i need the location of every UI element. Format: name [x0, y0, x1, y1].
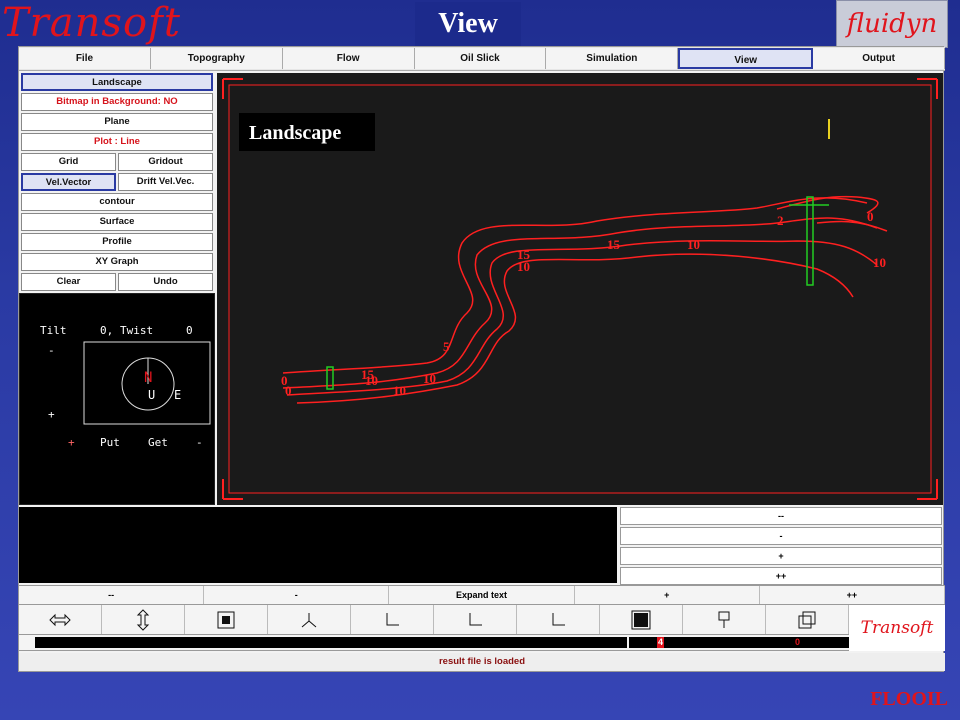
up-label: U: [148, 388, 155, 402]
minus-button[interactable]: -: [196, 436, 203, 449]
text-size-increase-button[interactable]: +: [620, 547, 942, 565]
text-grow-more-button[interactable]: ++: [760, 586, 946, 604]
text-shrink-button[interactable]: -: [204, 586, 390, 604]
text-controls-bar: -- - Expand text + ++: [19, 585, 946, 605]
contour-label: 10: [393, 383, 406, 398]
view-toolbar: [19, 605, 849, 635]
progress-track: [35, 637, 627, 648]
view-options-panel: Landscape Bitmap in Background: NO Plane…: [19, 71, 215, 291]
transoft-small-logo: Transoft: [849, 605, 945, 651]
contour-label: 15: [607, 237, 621, 252]
status-bar: result file is loaded: [19, 653, 945, 671]
product-name: FLOOIL: [870, 688, 948, 710]
expand-text-button[interactable]: Expand text: [389, 586, 575, 604]
section-markers: [326, 196, 829, 390]
paint-bucket-icon[interactable]: [683, 605, 766, 634]
drift-vel-vec-button[interactable]: Drift Vel.Vec.: [118, 173, 213, 191]
progress-number: 0: [795, 637, 801, 647]
plot-type-toggle[interactable]: Plot : Line: [21, 133, 213, 151]
menu-bar: File Topography Flow Oil Slick Simulatio…: [19, 47, 946, 71]
north-label: N: [144, 370, 152, 386]
contour-label: 0: [285, 383, 292, 398]
contour-label: 2: [777, 213, 784, 228]
xy-graph-button[interactable]: XY Graph: [21, 253, 213, 271]
text-grow-button[interactable]: +: [575, 586, 760, 604]
pan-horizontal-icon[interactable]: [19, 605, 102, 634]
cube-icon[interactable]: [766, 605, 849, 634]
contour-label: 10: [873, 255, 886, 270]
tilt-minus-button[interactable]: -: [48, 344, 55, 357]
east-label: E: [174, 388, 181, 402]
contour-label: 10: [687, 237, 700, 252]
pan-vertical-icon[interactable]: [102, 605, 185, 634]
axes-zy-view-icon[interactable]: [434, 605, 517, 634]
axes-zx-view-icon[interactable]: [517, 605, 600, 634]
menu-flow[interactable]: Flow: [282, 48, 415, 69]
twist-label: Twist: [120, 324, 153, 337]
progress-number: 4: [657, 637, 665, 648]
orientation-panel: Tilt 0, Twist 0 - + N U E + Put Get -: [19, 293, 215, 505]
landscape-button[interactable]: Landscape: [21, 73, 213, 91]
surface-button[interactable]: Surface: [21, 213, 213, 231]
transoft-logo: Transoft: [2, 0, 181, 46]
text-size-decrease-button[interactable]: -: [620, 527, 942, 545]
graphics-canvas[interactable]: Landscape 0 10 2 15 10 15 10 5 15 10 10 …: [217, 73, 943, 505]
contour-button[interactable]: contour: [21, 193, 213, 211]
gridout-button[interactable]: Gridout: [118, 153, 213, 171]
fill-square-icon[interactable]: [600, 605, 683, 634]
canvas-title: Landscape: [249, 122, 341, 144]
grid-button[interactable]: Grid: [21, 153, 116, 171]
undo-button[interactable]: Undo: [118, 273, 213, 291]
profile-button[interactable]: Profile: [21, 233, 213, 251]
contour-label: 0: [867, 209, 874, 224]
zoom-frame-icon[interactable]: [185, 605, 268, 634]
fluidyn-logo: fluidyn: [836, 0, 948, 48]
get-button[interactable]: Get: [148, 436, 168, 449]
axes-xy-view-icon[interactable]: [351, 605, 434, 634]
message-area: [19, 507, 617, 583]
twist-value: 0: [186, 324, 193, 337]
bitmap-background-toggle[interactable]: Bitmap in Background: NO: [21, 93, 213, 111]
app-window: File Topography Flow Oil Slick Simulatio…: [18, 46, 946, 672]
menu-oil-slick[interactable]: Oil Slick: [414, 48, 547, 69]
axes-xyz-iso-icon[interactable]: [268, 605, 351, 634]
menu-view[interactable]: View: [678, 48, 814, 69]
menu-file[interactable]: File: [19, 48, 151, 69]
page-title: View: [415, 2, 521, 46]
plus-button[interactable]: +: [68, 436, 75, 449]
progress-values: 4 0: [629, 637, 849, 648]
text-size-increase-more-button[interactable]: ++: [620, 567, 942, 585]
menu-topography[interactable]: Topography: [150, 48, 283, 69]
plane-button[interactable]: Plane: [21, 113, 213, 131]
tilt-label: Tilt: [40, 324, 67, 337]
contour-label: 10: [517, 259, 530, 274]
tilt-value: 0,: [100, 324, 113, 337]
contour-label: 5: [443, 339, 450, 354]
vel-vector-button[interactable]: Vel.Vector: [21, 173, 116, 191]
put-button[interactable]: Put: [100, 436, 120, 449]
contour-label: 10: [365, 373, 378, 388]
menu-simulation[interactable]: Simulation: [546, 48, 679, 69]
menu-output[interactable]: Output: [813, 48, 946, 69]
text-size-decrease-more-button[interactable]: --: [620, 507, 942, 525]
progress-bar: 4 0: [19, 635, 849, 651]
text-shrink-more-button[interactable]: --: [19, 586, 205, 604]
clear-button[interactable]: Clear: [21, 273, 116, 291]
contour-label: 10: [423, 371, 436, 386]
tilt-plus-button[interactable]: +: [48, 408, 55, 421]
